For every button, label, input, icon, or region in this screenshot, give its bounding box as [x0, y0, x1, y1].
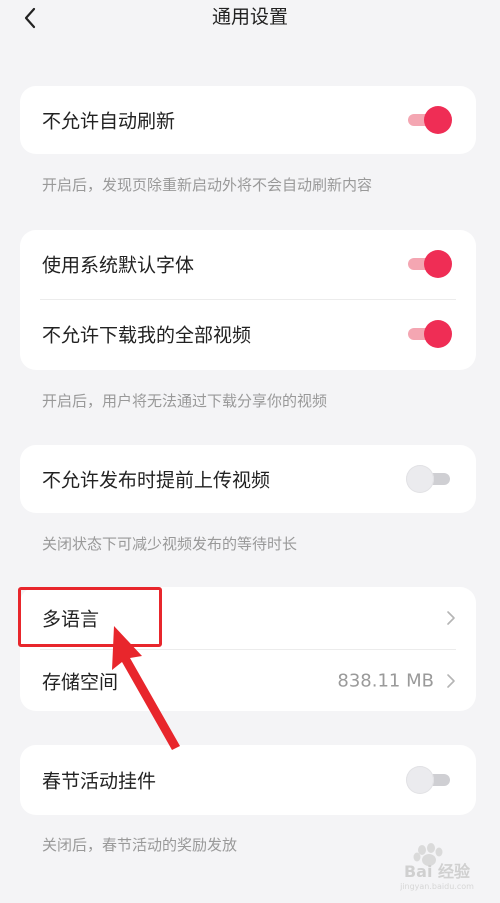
no-preupload-toggle[interactable]	[406, 464, 452, 494]
toggle-knob	[406, 465, 434, 493]
spring-widget-toggle[interactable]	[406, 765, 452, 795]
setting-hint: 开启后，用户将无法通过下载分享你的视频	[42, 392, 328, 410]
setting-row-no-download-all: 不允许下载我的全部视频	[20, 300, 476, 368]
setting-row-no-auto-refresh: 不允许自动刷新	[20, 86, 476, 154]
toggle-knob	[406, 766, 434, 794]
no-download-all-toggle[interactable]	[406, 319, 452, 349]
toggle-knob	[424, 106, 452, 134]
system-font-toggle[interactable]	[406, 249, 452, 279]
settings-card-refresh: 不允许自动刷新	[20, 86, 476, 154]
baidu-jingyan-watermark: Bai 经验 jingyan.baidu.com	[399, 843, 474, 891]
settings-card-preupload: 不允许发布时提前上传视频	[20, 445, 476, 513]
setting-label: 使用系统默认字体	[42, 254, 195, 277]
setting-label: 不允许发布时提前上传视频	[42, 469, 271, 492]
setting-row-spring-widget: 春节活动挂件	[20, 745, 476, 815]
setting-hint: 关闭后，春节活动的奖励发放	[42, 836, 238, 854]
setting-row-storage[interactable]: 存储空间 838.11 MB	[20, 650, 476, 711]
settings-card-font-download: 使用系统默认字体 不允许下载我的全部视频	[20, 230, 476, 370]
page-title: 通用设置	[211, 6, 288, 28]
storage-value: 838.11 MB	[337, 670, 434, 691]
header-bar: 通用设置	[0, 0, 500, 44]
setting-label: 不允许自动刷新	[42, 110, 176, 133]
toggle-knob	[424, 320, 452, 348]
chevron-right-icon	[447, 611, 455, 625]
setting-hint: 关闭状态下可减少视频发布的等待时长	[42, 535, 298, 553]
settings-card-spring-widget: 春节活动挂件	[20, 745, 476, 815]
setting-row-no-preupload: 不允许发布时提前上传视频	[20, 445, 476, 513]
chevron-right-icon	[447, 673, 455, 688]
toggle-knob	[424, 250, 452, 278]
watermark-sub-text: jingyan.baidu.com	[399, 882, 474, 891]
pointer-arrow-icon	[112, 626, 180, 750]
no-auto-refresh-toggle[interactable]	[406, 105, 452, 135]
setting-row-system-font: 使用系统默认字体	[20, 230, 476, 298]
setting-label: 不允许下载我的全部视频	[42, 324, 252, 347]
watermark-logo-text: Bai 经验	[404, 862, 471, 881]
setting-hint: 开启后，发现页除重新启动外将不会自动刷新内容	[42, 176, 373, 194]
setting-label: 春节活动挂件	[42, 770, 157, 793]
